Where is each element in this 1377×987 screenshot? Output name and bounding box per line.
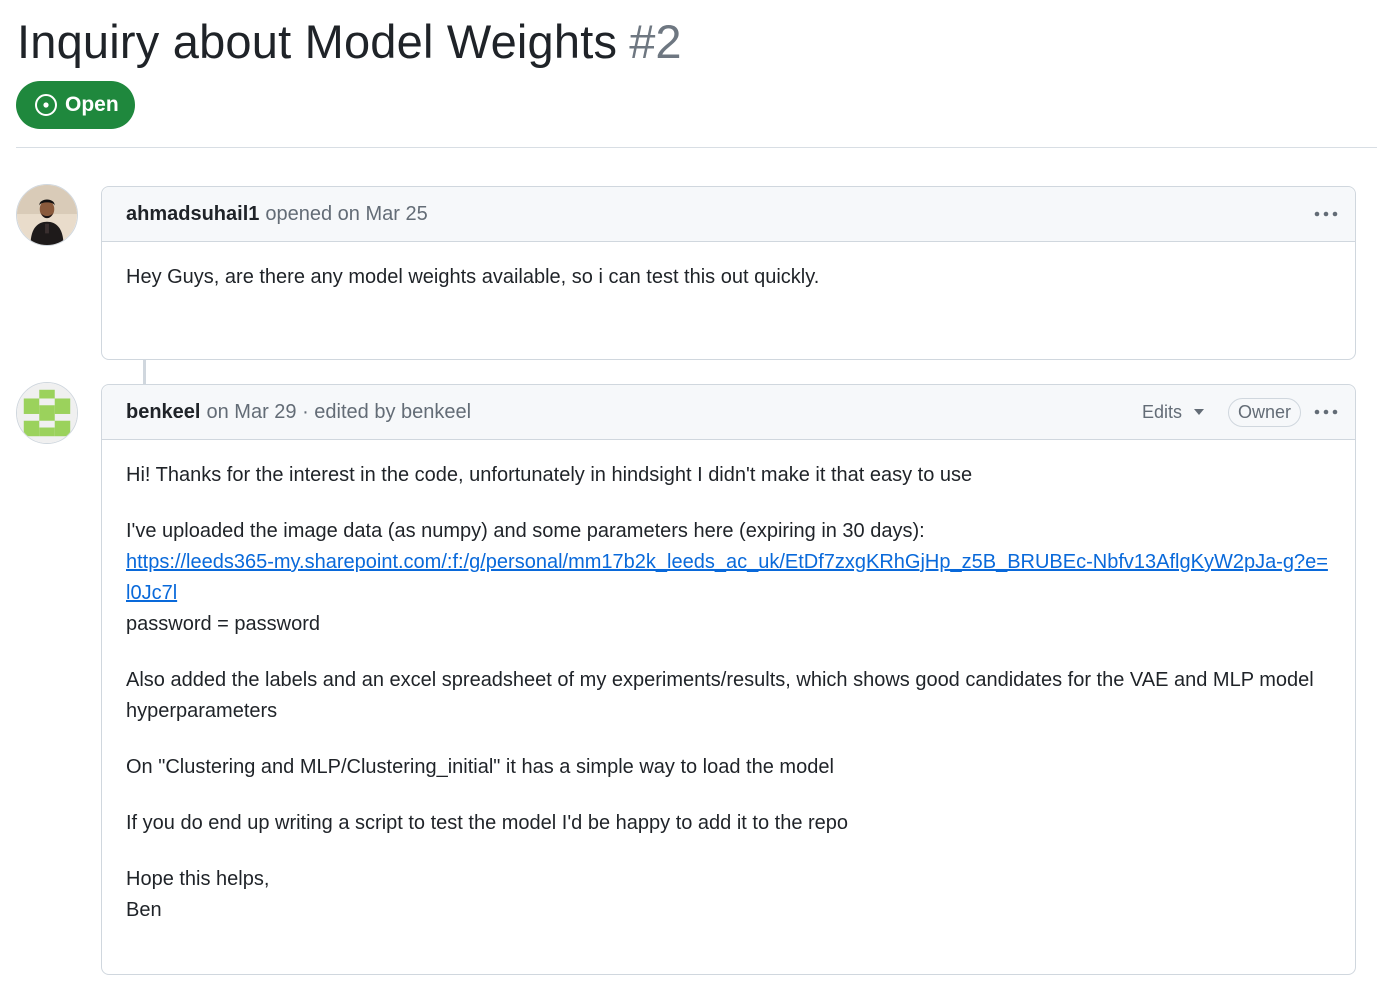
comment-timestamp[interactable]: on Mar 29 · edited by benkeel <box>206 401 471 424</box>
comment-header: benkeel on Mar 29 · edited by benkeel Ed… <box>102 385 1355 440</box>
header-divider <box>16 147 1377 148</box>
comment-paragraph: I've uploaded the image data (as numpy) … <box>126 516 1331 640</box>
issue-title: Inquiry about Model Weights <box>17 15 618 68</box>
comment-paragraph: Also added the labels and an excel sprea… <box>126 669 1314 722</box>
comment-reply: benkeel on Mar 29 · edited by benkeel Ed… <box>101 384 1356 975</box>
owner-badge: Owner <box>1227 397 1301 427</box>
comment-body: Hi! Thanks for the interest in the code,… <box>102 440 1355 950</box>
issue-state-label: Open <box>65 93 119 116</box>
comment-paragraph: Hi! Thanks for the interest in the code,… <box>126 464 973 486</box>
issue-title-row: Inquiry about Model Weights #2 <box>17 14 681 69</box>
comment-author-link[interactable]: benkeel <box>126 401 200 424</box>
comment-paragraph: On "Clustering and MLP/Clustering_initia… <box>126 756 834 778</box>
closing-line: Hope this helps, <box>126 868 270 890</box>
comment-timestamp[interactable]: opened on Mar 25 <box>265 203 427 226</box>
avatar[interactable] <box>16 184 78 246</box>
issue-number: #2 <box>629 15 682 68</box>
password-line: password = password <box>126 613 320 635</box>
comment-author-link[interactable]: ahmadsuhail1 <box>126 203 259 226</box>
edits-dropdown[interactable]: Edits <box>1142 402 1204 423</box>
comment-paragraph: If you do end up writing a script to tes… <box>126 812 849 834</box>
timeline-connector <box>143 360 146 385</box>
signature: Ben <box>126 899 162 921</box>
kebab-horizontal-icon[interactable] <box>1311 199 1341 229</box>
avatar[interactable] <box>16 382 78 444</box>
comment-paragraph: Hope this helps, Ben <box>126 864 1331 926</box>
comment-opening: ahmadsuhail1 opened on Mar 25 Hey Guys, … <box>101 186 1356 360</box>
kebab-horizontal-icon[interactable] <box>1311 397 1341 427</box>
comment-text: Hey Guys, are there any model weights av… <box>126 266 820 288</box>
triangle-down-icon <box>1193 409 1204 415</box>
comment-header: ahmadsuhail1 opened on Mar 25 <box>102 187 1355 242</box>
sharepoint-link[interactable]: https://leeds365-my.sharepoint.com/:f:/g… <box>126 551 1328 604</box>
comment-body: Hey Guys, are there any model weights av… <box>102 242 1355 317</box>
edits-label: Edits <box>1141 401 1182 422</box>
issue-opened-icon <box>34 93 58 117</box>
issue-state-badge: Open <box>16 81 135 129</box>
upload-text: I've uploaded the image data (as numpy) … <box>126 520 925 542</box>
